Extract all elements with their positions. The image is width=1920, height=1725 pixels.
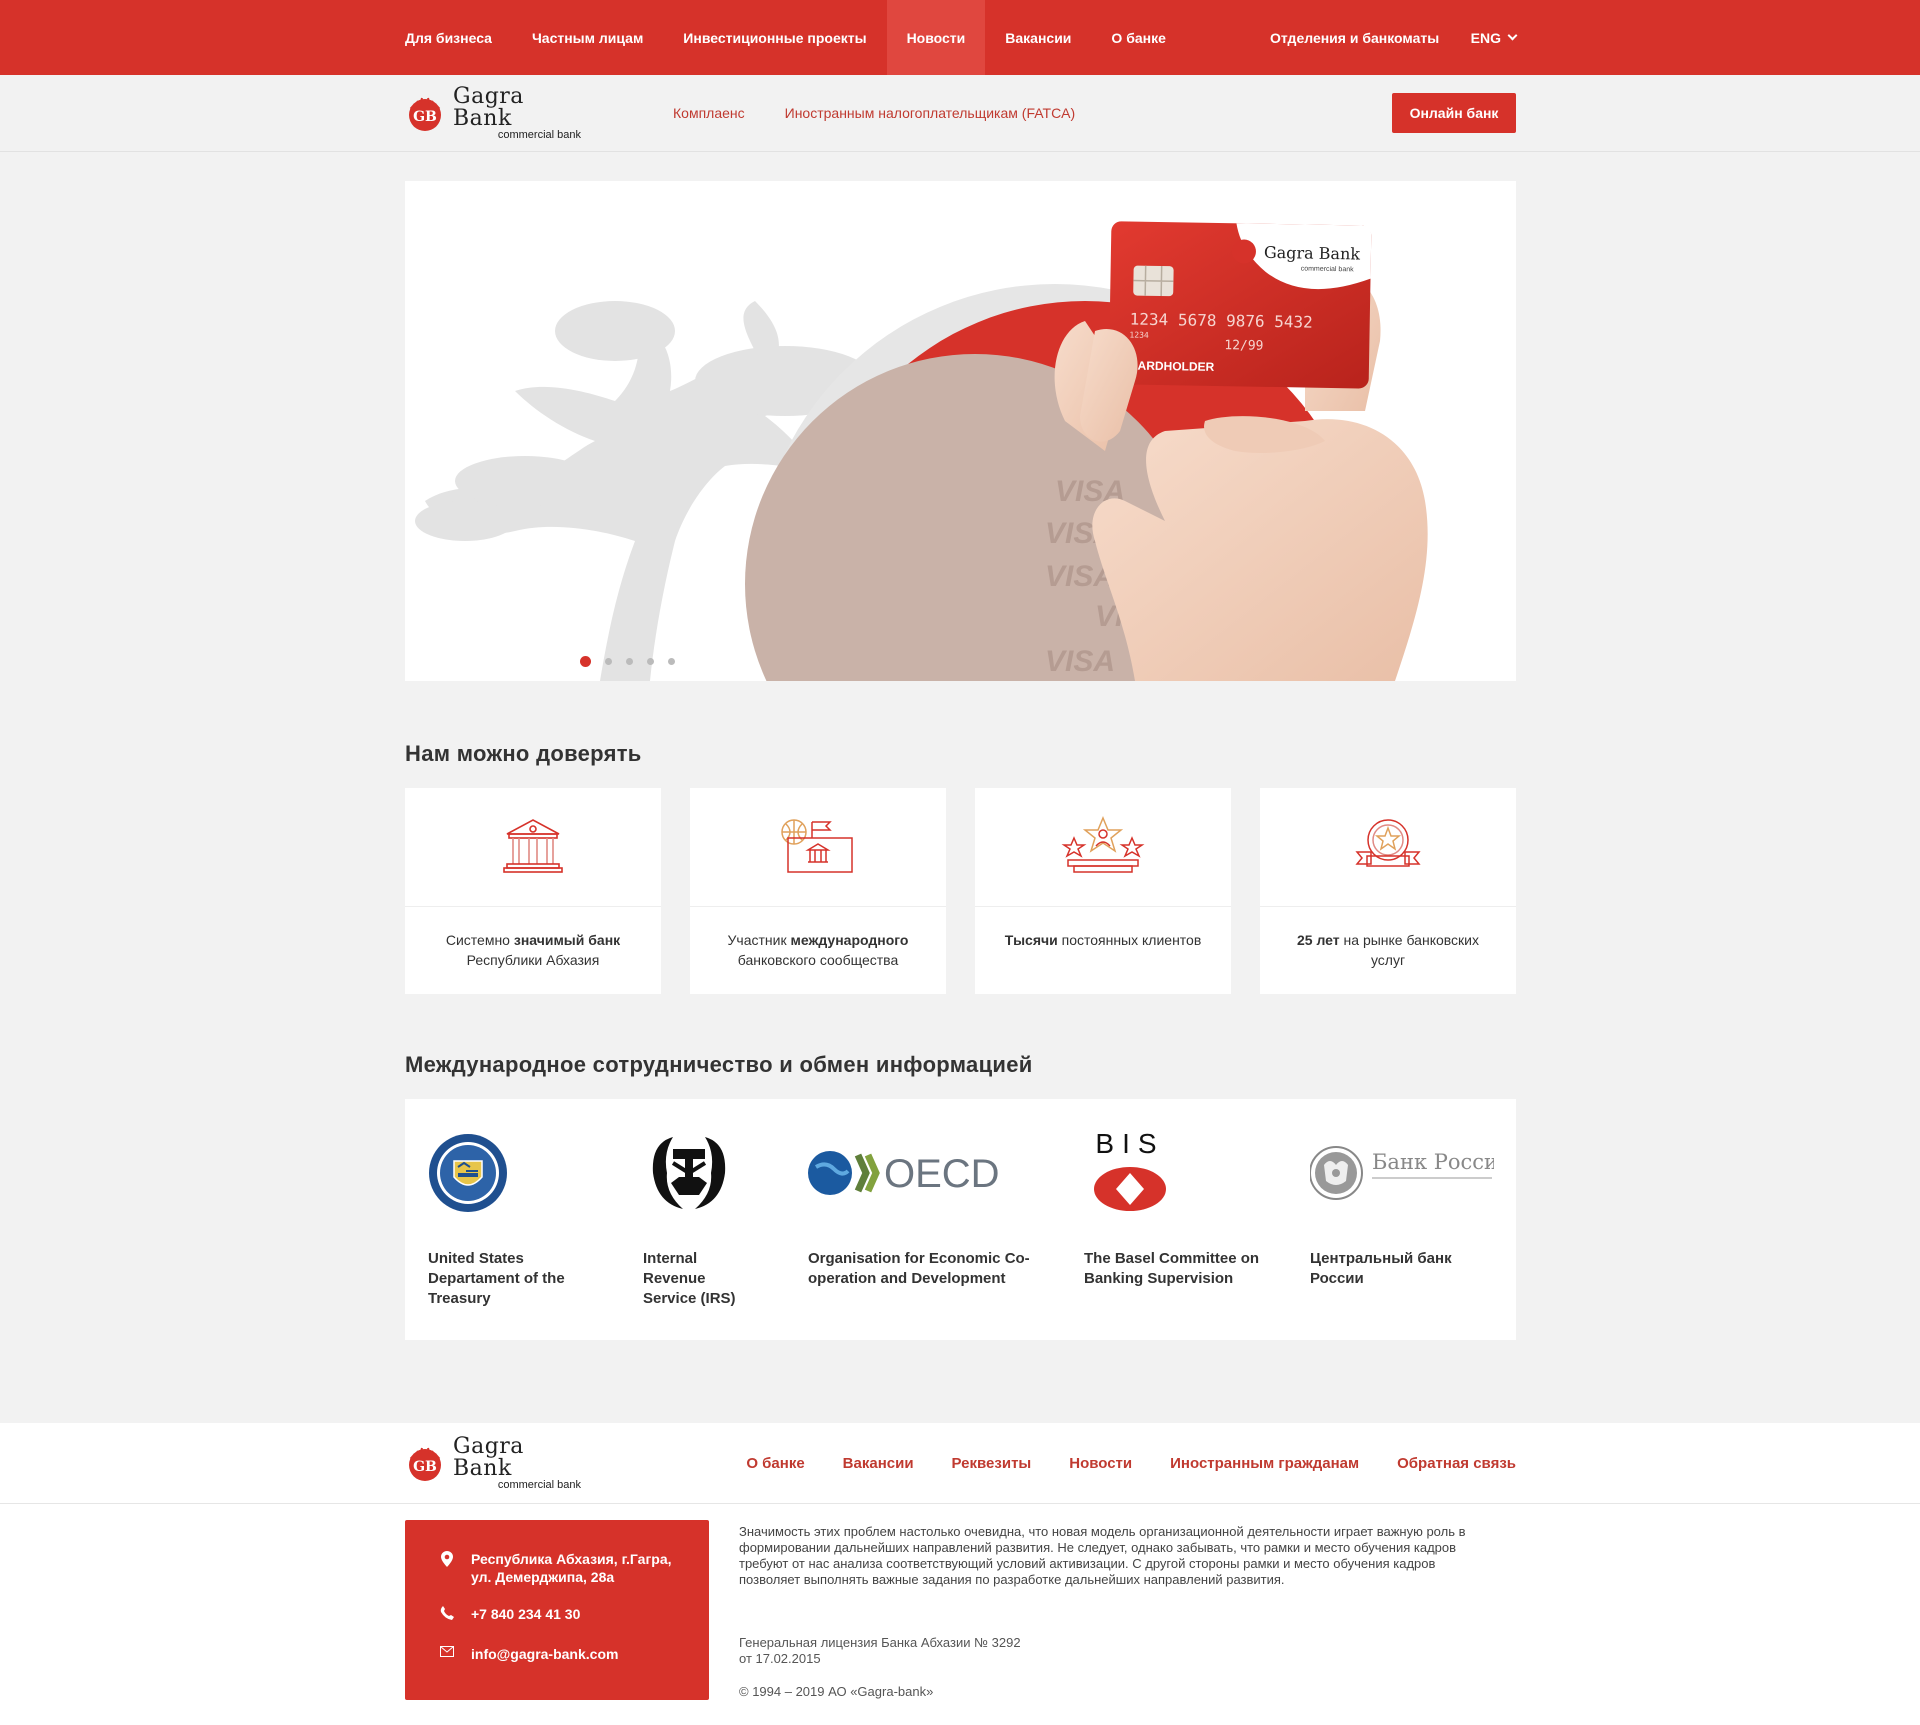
trust-card: 25 лет на рынке банковских услуг: [1260, 788, 1516, 994]
slider-dot-3[interactable]: [626, 658, 633, 665]
nav-item-about[interactable]: О банке: [1091, 0, 1185, 75]
footer-link-about[interactable]: О банке: [746, 1455, 804, 1472]
hero-slider: VISA VISA VISA VISA VISA VISA VISA VISA: [405, 181, 1516, 681]
mail-icon: [440, 1646, 454, 1657]
phone-number: +7 840 234 41 30: [471, 1606, 581, 1622]
svg-text:commercial bank: commercial bank: [1301, 265, 1355, 273]
footer-bottom: Республика Абхазия, г.Гагра, ул. Демерджи…: [0, 1504, 1920, 1725]
oecd-logo: OECD: [808, 1151, 1000, 1196]
card-text-bold: значимый банк: [513, 932, 621, 948]
trust-card: Тысячи постоянных клиентов: [975, 788, 1231, 994]
card-text-bold: Тысячи: [1004, 932, 1058, 948]
footer-link-news[interactable]: Новости: [1069, 1455, 1132, 1472]
copyright: © 1994 – 2019 АО «Gagra-bank»: [739, 1684, 934, 1699]
svg-text:GB: GB: [413, 109, 437, 125]
partner-name: Центральный банк России: [1310, 1250, 1452, 1287]
treasury-seal-icon: [429, 1134, 507, 1212]
footer-bank-logo[interactable]: GB Gagra Bank commercial bank: [405, 1435, 581, 1490]
main-nav: Для бизнеса Частным лицам Инвестиционные…: [405, 0, 1518, 75]
secondary-links: Комплаенс Иностранным налогоплательщикам…: [673, 105, 1115, 121]
footer-navigation: GB Gagra Bank commercial bank О банке Ва…: [0, 1423, 1920, 1504]
email-address: info@gagra-bank.com: [471, 1646, 619, 1662]
trust-cards: Системно значимый банк Республики Абхазия…: [405, 788, 1516, 994]
svg-text:Gagra Bank: Gagra Bank: [1264, 243, 1361, 264]
contact-phone[interactable]: +7 840 234 41 30: [439, 1605, 580, 1623]
gb-emblem-icon: GB: [409, 1447, 441, 1481]
svg-text:1234: 1234: [1129, 330, 1149, 339]
svg-text:VISA: VISA: [1045, 645, 1115, 678]
slider-dot-4[interactable]: [647, 658, 654, 665]
top-navigation-bar: Для бизнеса Частным лицам Инвестиционные…: [0, 0, 1920, 75]
svg-text:BIS: BIS: [1095, 1131, 1164, 1159]
phone-icon: [440, 1606, 454, 1620]
slider-dot-1[interactable]: [580, 656, 591, 667]
trust-card: Участник международного банковского сообщ…: [690, 788, 946, 994]
svg-text:Банк России: Банк России: [1372, 1150, 1494, 1174]
svg-text:12/99: 12/99: [1224, 338, 1263, 354]
nav-item-investment[interactable]: Инвестиционные проекты: [663, 0, 886, 75]
credit-card-image: Gagra Bank commercial bank 1234 5678 987…: [1108, 221, 1372, 389]
footer-link-feedback[interactable]: Обратная связь: [1397, 1455, 1516, 1472]
address-line-1: Республика Абхазия, г.Гагра,: [471, 1551, 672, 1567]
partners-panel: United States Departament of the Treasur…: [405, 1099, 1516, 1340]
contact-box: Республика Абхазия, г.Гагра, ул. Демерджи…: [405, 1520, 709, 1700]
language-label: ENG: [1470, 29, 1501, 46]
address-line-2: ул. Демерджипа, 28а: [471, 1569, 615, 1585]
nav-item-news[interactable]: Новости: [886, 0, 986, 75]
svg-text:GB: GB: [413, 1459, 437, 1475]
svg-text:1234 5678 9876 5432: 1234 5678 9876 5432: [1130, 309, 1313, 331]
footer-link-foreign-citizens[interactable]: Иностранным гражданам: [1170, 1455, 1359, 1472]
globe-bank-icon: [781, 819, 853, 873]
contact-address: Республика Абхазия, г.Гагра, ул. Демерджи…: [439, 1550, 672, 1586]
stars-person-icon: [1061, 816, 1145, 873]
bank-building-icon: [503, 819, 563, 873]
link-fatca[interactable]: Иностранным налогоплательщикам (FATCA): [785, 105, 1076, 121]
award-badge-icon: [1355, 819, 1421, 867]
slider-dot-5[interactable]: [668, 658, 675, 665]
license-line-1: Генеральная лицензия Банка Абхазии № 329…: [739, 1635, 1021, 1650]
partner-name: United States Departament of the Treasur…: [428, 1250, 565, 1307]
svg-text:CARDHOLDER: CARDHOLDER: [1129, 358, 1215, 373]
card-text-bold: международного: [790, 932, 909, 948]
logo-name: Gagra Bank: [453, 83, 524, 131]
nav-item-business[interactable]: Для бизнеса: [405, 0, 512, 75]
contact-email[interactable]: info@gagra-bank.com: [439, 1645, 618, 1663]
svg-text:OECD: OECD: [884, 1152, 1000, 1196]
license-line-2: от 17.02.2015: [739, 1651, 821, 1666]
slider-dot-2[interactable]: [605, 658, 612, 665]
bank-of-russia-logo: Банк России: [1310, 1146, 1494, 1200]
logo-subtitle: commercial bank: [497, 128, 581, 141]
card-text-bold: 25 лет: [1297, 932, 1340, 948]
footer-link-vacancies[interactable]: Вакансии: [843, 1455, 914, 1472]
online-bank-button[interactable]: Онлайн банк: [1392, 93, 1516, 133]
location-pin-icon: [441, 1551, 453, 1567]
logo-name: Gagra Bank: [453, 1433, 524, 1481]
secondary-header: GB Gagra Bank commercial bank Комплаенс …: [0, 75, 1920, 152]
link-compliance[interactable]: Комплаенс: [673, 105, 745, 121]
partner-name: The Basel Committee on Banking Supervisi…: [1084, 1250, 1260, 1287]
bis-logo: BIS: [1094, 1131, 1166, 1211]
logo-subtitle: commercial bank: [497, 1478, 581, 1491]
nav-item-vacancies[interactable]: Вакансии: [985, 0, 1091, 75]
footer-link-requisites[interactable]: Реквезиты: [952, 1455, 1032, 1472]
footer-description: Значимость этих проблем настолько очевид…: [739, 1524, 1466, 1587]
bank-logo[interactable]: GB Gagra Bank commercial bank: [405, 85, 581, 140]
trust-card: Системно значимый банк Республики Абхазия: [405, 788, 661, 994]
footer-links: О банке Вакансии Реквезиты Новости Иност…: [708, 1423, 1516, 1503]
chevron-down-icon: [1507, 30, 1518, 41]
license-info: Генеральная лицензия Банка Абхазии № 329…: [739, 1635, 1021, 1667]
nav-item-individuals[interactable]: Частным лицам: [512, 0, 663, 75]
hero-banner-image: VISA VISA VISA VISA VISA VISA VISA VISA: [415, 221, 1428, 681]
language-selector[interactable]: ENG: [1451, 0, 1518, 75]
partner-name: Internal Revenue Service (IRS): [643, 1250, 736, 1307]
nav-item-branches-atms[interactable]: Отделения и банкоматы: [1250, 0, 1459, 75]
international-section-title: Международное сотрудничество и обмен инф…: [405, 1052, 1033, 1077]
gb-emblem-icon: GB: [409, 97, 441, 131]
partner-name: Organisation for Economic Co-operation a…: [808, 1250, 1030, 1287]
trust-section-title: Нам можно доверять: [405, 741, 642, 766]
slider-pagination: [580, 656, 689, 667]
irs-eagle-icon: [652, 1137, 726, 1209]
